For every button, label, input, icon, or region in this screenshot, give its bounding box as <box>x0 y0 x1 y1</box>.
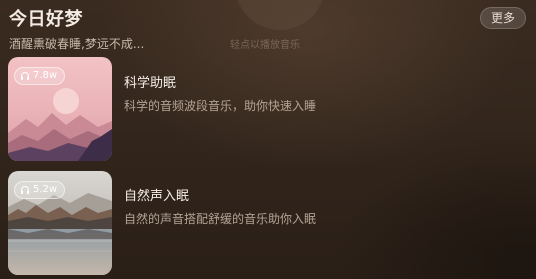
play-count: 5.2w <box>33 184 58 195</box>
card-title: 科学助眠 <box>124 76 177 91</box>
background-decoration <box>235 0 325 30</box>
playlist-card-nature-sleep[interactable]: 5.2w 自然声入眠 自然的声音搭配舒缓的音乐助你入眠 <box>8 171 528 277</box>
playlist-card-science-sleep[interactable]: 7.8w 科学助眠 科学的音频波段音乐，助你快速入睡 <box>8 57 528 163</box>
card-description: 自然的声音搭配舒缓的音乐助你入眠 <box>124 212 317 226</box>
card-title: 自然声入眠 <box>124 189 190 204</box>
play-count-badge: 7.8w <box>14 67 66 85</box>
headphone-icon <box>21 186 29 194</box>
cover-image-lake-forest[interactable]: 5.2w <box>8 171 112 275</box>
headphone-icon <box>21 72 29 80</box>
playlist-section: 今日好梦 酒醒熏破春睡,梦远不成... 轻点以播放音乐 更多 7.8w 科学助眠… <box>0 0 536 279</box>
cover-image-pink-mountains[interactable]: 7.8w <box>8 57 112 161</box>
more-button[interactable]: 更多 <box>480 7 526 29</box>
play-hint: 轻点以播放音乐 <box>230 40 300 51</box>
section-subtitle: 酒醒熏破春睡,梦远不成... <box>9 37 145 51</box>
play-count: 7.8w <box>33 70 58 81</box>
section-title: 今日好梦 <box>9 9 83 30</box>
card-description: 科学的音频波段音乐，助你快速入睡 <box>124 99 317 113</box>
play-count-badge: 5.2w <box>14 181 66 199</box>
